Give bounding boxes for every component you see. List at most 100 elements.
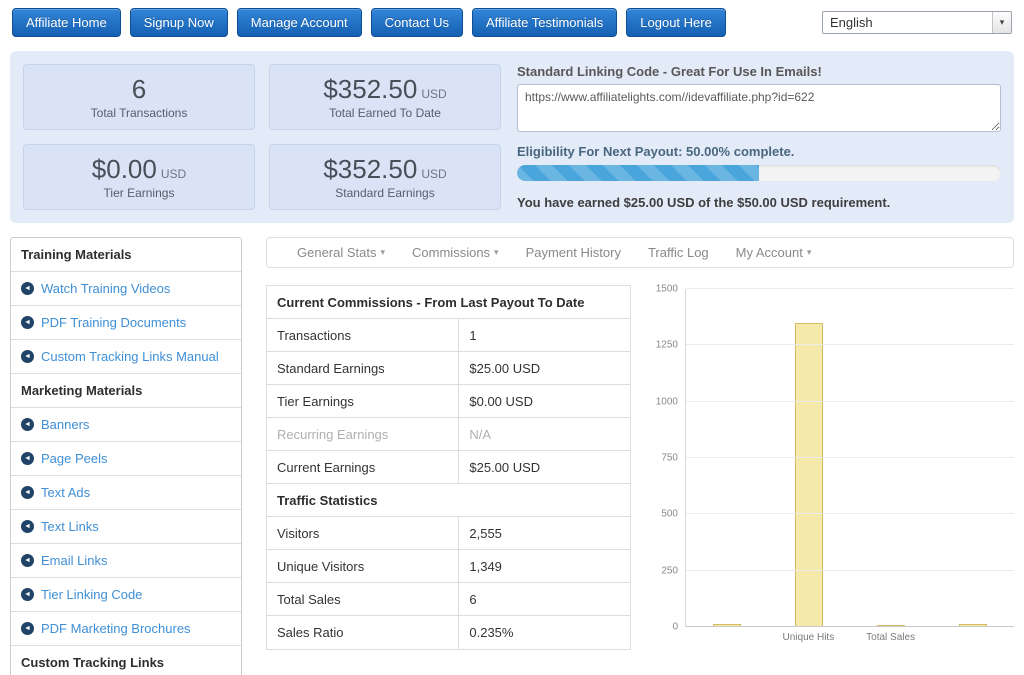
x-tick-label: Total Sales	[850, 627, 932, 643]
row-value: 1	[459, 319, 630, 351]
row-label: Transactions	[267, 319, 459, 351]
gridline	[686, 513, 1014, 514]
sidebar-item-pdf-marketing-brochures[interactable]: ◄ PDF Marketing Brochures	[11, 612, 241, 646]
nav-button-affiliate-home[interactable]: Affiliate Home	[12, 8, 121, 37]
bar-cell	[932, 289, 1014, 627]
caret-down-icon: ▾	[381, 247, 386, 258]
stats-panel: 6Total Transactions$352.50USDTotal Earne…	[10, 51, 1014, 223]
nav-button-manage-account[interactable]: Manage Account	[237, 8, 362, 37]
content-body: Current Commissions - From Last Payout T…	[266, 285, 1014, 650]
arrow-bullet-icon: ◄	[21, 350, 34, 363]
y-tick-label: 1500	[656, 284, 678, 295]
sidebar-item-email-links[interactable]: ◄ Email Links	[11, 544, 241, 578]
row-label: Tier Earnings	[267, 385, 459, 417]
row-value: $25.00 USD	[459, 451, 630, 483]
traffic-chart: 0250500750100012501500 Unique HitsTotal …	[649, 285, 1014, 650]
y-tick-label: 0	[672, 622, 678, 633]
stat-value: 6	[132, 74, 146, 105]
arrow-bullet-icon: ◄	[21, 520, 34, 533]
tab-my-account[interactable]: My Account▾	[736, 245, 812, 260]
tab-label: Payment History	[526, 245, 621, 260]
stat-box-total-earned-to-date: $352.50 USD Total Earned To Date	[269, 64, 501, 130]
stat-boxes: 6Total Transactions$352.50USDTotal Earne…	[23, 64, 501, 210]
sidebar-item-label: PDF Training Documents	[41, 315, 186, 330]
stat-label: Total Earned To Date	[329, 106, 441, 120]
stat-value: $352.50	[323, 154, 417, 185]
y-tick-label: 500	[661, 509, 678, 520]
y-tick-label: 1000	[656, 396, 678, 407]
x-tick-label: Unique Hits	[767, 627, 849, 643]
y-tick-label: 750	[661, 453, 678, 464]
sidebar-item-pdf-training-documents[interactable]: ◄PDF Training Documents	[11, 306, 241, 340]
stat-label: Tier Earnings	[104, 186, 175, 200]
gridline	[686, 344, 1014, 345]
row-label: Total Sales	[267, 583, 459, 615]
nav-button-logout-here[interactable]: Logout Here	[626, 8, 726, 37]
caret-down-icon: ▾	[807, 247, 812, 258]
row-label: Sales Ratio	[267, 616, 459, 649]
sidebar-item-text-links[interactable]: ◄Text Links	[11, 510, 241, 544]
y-tick-label: 250	[661, 565, 678, 576]
stat-box-tier-earnings: $0.00USDTier Earnings	[23, 144, 255, 210]
bar-cell	[850, 289, 932, 627]
sidebar-item-banners[interactable]: ◄Banners	[11, 408, 241, 442]
table-row-standard-earnings: Standard Earnings$25.00 USD	[267, 352, 630, 385]
table-row-unique-visitors: Unique Visitors1,349	[267, 550, 630, 583]
row-label: Standard Earnings	[267, 352, 459, 384]
nav-button-contact-us[interactable]: Contact Us	[371, 8, 463, 37]
gridline	[686, 457, 1014, 458]
sidebar-item-watch-training-videos[interactable]: ◄Watch Training Videos	[11, 272, 241, 306]
nav-button-affiliate-testimonials[interactable]: Affiliate Testimonials	[472, 8, 617, 37]
table-row-tier-earnings: Tier Earnings$0.00 USD	[267, 385, 630, 418]
row-value: N/A	[459, 418, 630, 450]
nav-button-signup-now[interactable]: Signup Now	[130, 8, 228, 37]
row-label: Recurring Earnings	[267, 418, 459, 450]
tab-general-stats[interactable]: General Stats▾	[297, 245, 385, 260]
sidebar: Training Materials◄Watch Training Videos…	[10, 237, 242, 675]
bar-cell	[768, 289, 850, 627]
linking-code-textarea[interactable]: https://www.affiliatelights.com//idevaff…	[517, 84, 1001, 132]
sidebar-item-tier-linking-code[interactable]: ◄Tier Linking Code	[11, 578, 241, 612]
chart-bars	[686, 289, 1014, 627]
row-value: 6	[459, 583, 630, 615]
tab-payment-history[interactable]: Payment History	[526, 245, 621, 260]
x-tick-label	[932, 627, 1014, 643]
language-select[interactable]: English ▾	[822, 11, 1012, 34]
main-row: Training Materials◄Watch Training Videos…	[10, 237, 1014, 675]
sidebar-header-custom-tracking-links: Custom Tracking Links	[11, 646, 241, 675]
bar-cell	[686, 289, 768, 627]
stat-suffix: USD	[421, 87, 446, 101]
stats-right-panel: Standard Linking Code - Great For Use In…	[517, 64, 1001, 210]
affiliate-dashboard-page: Affiliate Home Signup Now Manage Account Co…	[0, 0, 1024, 675]
sidebar-item-label: Text Ads	[41, 485, 90, 500]
payout-progress-fill	[517, 165, 759, 181]
tab-traffic-log[interactable]: Traffic Log	[648, 245, 709, 260]
chart-plot-area: 0250500750100012501500	[649, 289, 1014, 627]
stat-value: $352.50	[323, 74, 417, 105]
row-label: Current Earnings	[267, 451, 459, 483]
payout-note: You have earned $25.00 USD of the $50.00…	[517, 195, 1001, 210]
arrow-bullet-icon: ◄	[21, 452, 34, 465]
stat-suffix: USD	[161, 167, 186, 181]
arrow-bullet-icon: ◄	[21, 622, 34, 635]
table-section-header-traffic-statistics: Traffic Statistics	[267, 484, 630, 517]
row-value: 2,555	[459, 517, 630, 549]
table-row-current-earnings: Current Earnings$25.00 USD	[267, 451, 630, 484]
tab-bar: General Stats▾ Commissions▾ Payment Histor…	[266, 237, 1014, 268]
arrow-bullet-icon: ◄	[21, 554, 34, 567]
sidebar-item-label: PDF Marketing Brochures	[41, 621, 191, 636]
sidebar-item-text-ads[interactable]: ◄Text Ads	[11, 476, 241, 510]
sidebar-item-label: Page Peels	[41, 451, 108, 466]
sidebar-item-label: Email Links	[41, 553, 107, 568]
table-row-recurring-earnings: Recurring EarningsN/A	[267, 418, 630, 451]
stat-suffix: USD	[421, 167, 446, 181]
chart-x-row: Unique HitsTotal Sales	[649, 627, 1014, 643]
sidebar-item-label: Watch Training Videos	[41, 281, 170, 296]
tab-label: Traffic Log	[648, 245, 709, 260]
sidebar-item-page-peels[interactable]: ◄ Page Peels	[11, 442, 241, 476]
bar-unique-hits	[795, 323, 823, 627]
gridline	[686, 401, 1014, 402]
tab-commissions[interactable]: Commissions▾	[412, 245, 499, 260]
sidebar-item-custom-tracking-links-manual[interactable]: ◄Custom Tracking Links Manual	[11, 340, 241, 374]
stats-table: Current Commissions - From Last Payout T…	[266, 285, 631, 650]
